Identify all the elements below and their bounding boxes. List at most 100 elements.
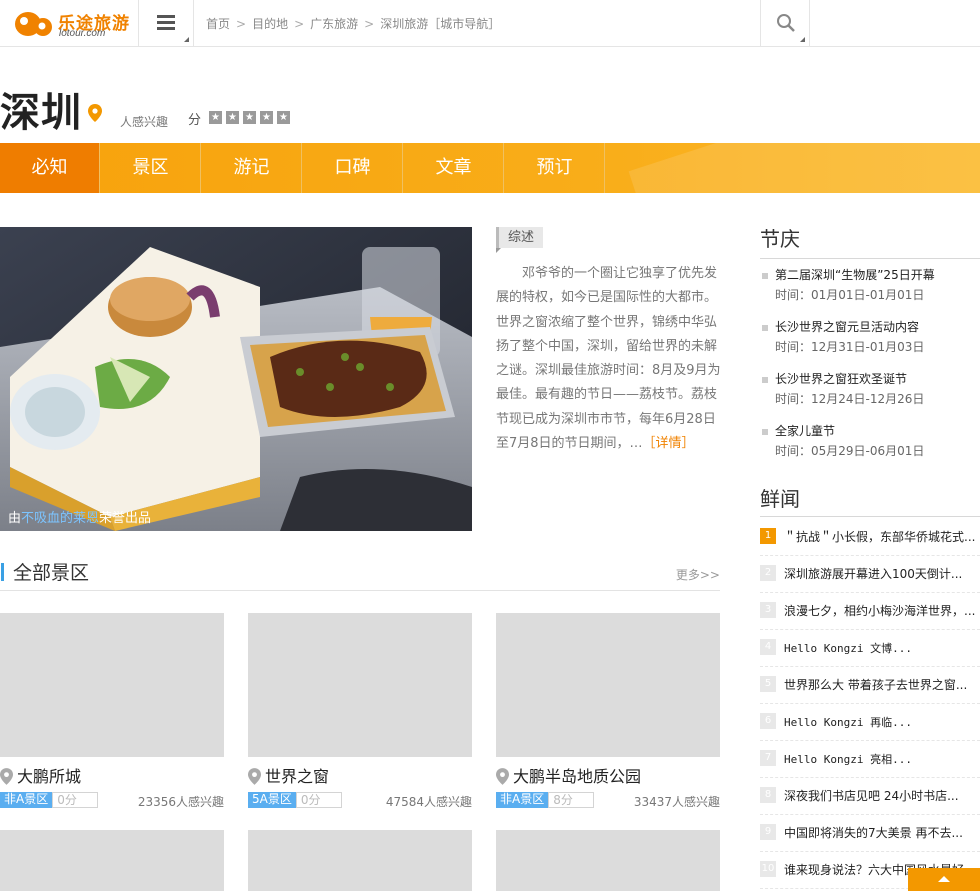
festival-title[interactable]: 长沙世界之窗狂欢圣诞节: [775, 370, 907, 387]
scenic-name-text: 大鹏所城: [17, 767, 82, 786]
menu-button[interactable]: [138, 0, 194, 46]
news-link[interactable]: 中国即将消失的7大美景 再不去...: [784, 824, 980, 841]
news-link[interactable]: Hello Kongzi 亮相...: [784, 751, 980, 767]
star-icon: ★: [277, 111, 290, 124]
photo-author-link[interactable]: 不吸血的莱恩: [21, 511, 99, 526]
scenic-image[interactable]: [0, 613, 224, 757]
scenic-image-placeholder[interactable]: [0, 830, 224, 891]
page-title: 深圳: [0, 90, 82, 136]
tab-articles[interactable]: 文章: [404, 143, 504, 193]
festival-title[interactable]: 长沙世界之窗元旦活动内容: [775, 318, 919, 335]
news-link[interactable]: 深夜我们书店见吧 24小时书店...: [784, 787, 980, 804]
tab-reviews[interactable]: 口碑: [303, 143, 403, 193]
scenic-name-text: 世界之窗: [265, 767, 330, 786]
festival-date: 时间：05月29日-06月01日: [775, 444, 925, 458]
scenic-section-header: 全部景区 更多>>: [0, 556, 720, 591]
news-item[interactable]: 2 深圳旅游展开幕进入100天倒计...: [760, 556, 980, 593]
scenic-badge: 5A景区 0分: [248, 792, 342, 808]
bullet-icon: [762, 273, 768, 279]
star-icon: ★: [243, 111, 256, 124]
news-item[interactable]: 4 Hello Kongzi 文博...: [760, 630, 980, 667]
star-icon: ★: [226, 111, 239, 124]
scenic-level: 非A景区: [496, 792, 549, 808]
festival-title[interactable]: 全家儿童节: [775, 422, 835, 439]
caption-prefix: 由: [8, 511, 22, 526]
festival-item[interactable]: 全家儿童节 时间：05月29日-06月01日: [762, 422, 980, 462]
scenic-image[interactable]: [496, 613, 720, 757]
summary-more-link[interactable]: ［详情］: [643, 436, 695, 451]
bullet-icon: [762, 325, 768, 331]
scenic-more-link[interactable]: 更多>>: [676, 566, 720, 583]
menu-icon: [157, 15, 175, 30]
location-pin-icon: [248, 768, 261, 785]
rank-badge: 7: [760, 750, 776, 766]
chevron-right-icon: >: [364, 17, 375, 31]
scenic-card[interactable]: 大鹏半岛地质公园 非A景区 8分 33437人感兴趣: [496, 613, 720, 809]
scenic-interest-count: 47584人感兴趣: [385, 795, 472, 809]
news-link[interactable]: 深圳旅游展开幕进入100天倒计...: [784, 565, 980, 582]
divider: [760, 516, 980, 517]
rating-stars: ★ ★ ★ ★ ★: [209, 111, 290, 124]
search-button[interactable]: [760, 0, 810, 46]
breadcrumb-city[interactable]: 深圳旅游［城市导航］: [380, 17, 500, 31]
scenic-image-placeholder[interactable]: [248, 830, 472, 891]
chevron-right-icon: >: [236, 17, 247, 31]
corner-mark-icon: [800, 37, 805, 42]
site-logo[interactable]: 乐途旅游 lotour.com: [12, 6, 130, 40]
scenic-name-text: 大鹏半岛地质公园: [513, 767, 642, 786]
festival-date: 时间：01月01日-01月01日: [775, 288, 925, 302]
news-item[interactable]: 5 世界那么大 带着孩子去世界之窗...: [760, 667, 980, 704]
news-link[interactable]: Hello Kongzi 文博...: [784, 640, 980, 656]
bullet-icon: [762, 377, 768, 383]
scenic-image[interactable]: [248, 613, 472, 757]
news-link[interactable]: 浪漫七夕，相约小梅沙海洋世界，...: [784, 602, 980, 619]
chevron-right-icon: >: [294, 17, 305, 31]
back-to-top-button[interactable]: [908, 868, 980, 891]
tab-must-know[interactable]: 必知: [0, 143, 100, 193]
top-bar: 乐途旅游 lotour.com 首页 > 目的地 > 广东旅游 > 深圳旅游［城市导航］: [0, 0, 980, 47]
scenic-name[interactable]: 大鹏半岛地质公园: [496, 763, 641, 787]
breadcrumb-province[interactable]: 广东旅游: [310, 17, 358, 31]
news-link[interactable]: 世界那么大 带着孩子去世界之窗...: [784, 676, 980, 693]
scenic-card[interactable]: 大鹏所城 非A景区 0分 23356人感兴趣: [0, 613, 224, 809]
scenic-badge: 非A景区 8分: [496, 792, 595, 808]
tab-scenic[interactable]: 景区: [101, 143, 201, 193]
breadcrumb-home[interactable]: 首页: [206, 17, 230, 31]
hero-caption: 由不吸血的莱恩荣誉出品: [8, 507, 151, 526]
scenic-name[interactable]: 大鹏所城: [0, 763, 81, 787]
festivals-title: 节庆: [760, 227, 800, 251]
location-pin-icon: [496, 768, 509, 785]
rank-badge: 3: [760, 602, 776, 618]
scenic-interest-count: 33437人感兴趣: [633, 795, 720, 809]
news-item[interactable]: 9 中国即将消失的7大美景 再不去...: [760, 815, 980, 852]
scenic-image-placeholder[interactable]: [496, 830, 720, 891]
location-pin-icon: [0, 768, 13, 785]
news-link[interactable]: Hello Kongzi 再临...: [784, 714, 980, 730]
tab-booking[interactable]: 预订: [505, 143, 605, 193]
rank-badge: 8: [760, 787, 776, 803]
score-label: 分: [188, 113, 202, 128]
news-item[interactable]: 7 Hello Kongzi 亮相...: [760, 741, 980, 778]
breadcrumb: 首页 > 目的地 > 广东旅游 > 深圳旅游［城市导航］: [206, 15, 500, 32]
scenic-interest-count: 23356人感兴趣: [137, 795, 224, 809]
scenic-card[interactable]: 世界之窗 5A景区 0分 47584人感兴趣: [248, 613, 472, 809]
location-pin-icon: [88, 104, 102, 122]
divider: [760, 258, 980, 259]
summary-text: 邓爷爷的一个圈让它独享了优先发展的特权，如今已是国际性的大都市。世界之窗浓缩了整…: [496, 262, 722, 456]
news-item[interactable]: 8 深夜我们书店见吧 24小时书店...: [760, 778, 980, 815]
news-link[interactable]: ＂抗战＂小长假，东部华侨城花式...: [784, 528, 980, 545]
scenic-level: 非A景区: [0, 792, 53, 808]
breadcrumb-destination[interactable]: 目的地: [252, 17, 288, 31]
festival-title[interactable]: 第二届深圳“生物展”25日开幕: [775, 266, 935, 283]
news-item[interactable]: 1 ＂抗战＂小长假，东部华侨城花式...: [760, 519, 980, 556]
scenic-name[interactable]: 世界之窗: [248, 763, 329, 787]
festival-item[interactable]: 长沙世界之窗元旦活动内容 时间：12月31日-01月03日: [762, 318, 980, 358]
festival-item[interactable]: 长沙世界之窗狂欢圣诞节 时间：12月24日-12月26日: [762, 370, 980, 410]
news-item[interactable]: 6 Hello Kongzi 再临...: [760, 704, 980, 741]
festival-item[interactable]: 第二届深圳“生物展”25日开幕 时间：01月01日-01月01日: [762, 266, 980, 306]
hero-image[interactable]: [0, 227, 472, 531]
tab-travelogue[interactable]: 游记: [202, 143, 302, 193]
summary-tag: 综述: [496, 227, 544, 253]
news-item[interactable]: 3 浪漫七夕，相约小梅沙海洋世界，...: [760, 593, 980, 630]
summary-body: 邓爷爷的一个圈让它独享了优先发展的特权，如今已是国际性的大都市。世界之窗浓缩了整…: [496, 266, 721, 452]
